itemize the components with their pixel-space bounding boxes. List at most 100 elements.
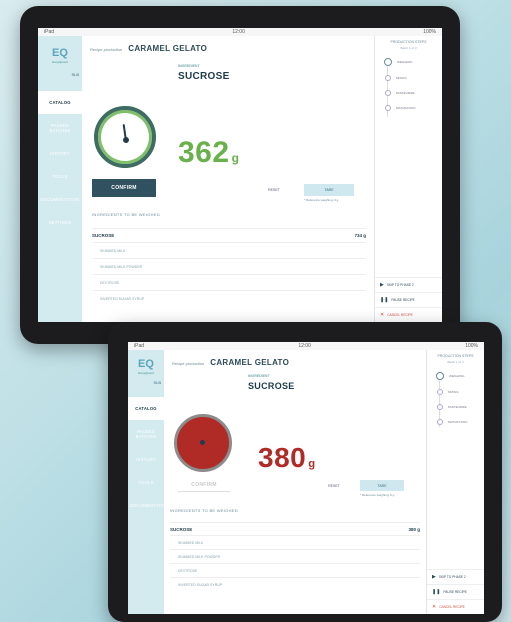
step-dot [385, 75, 391, 81]
panel-actions: ▶ SKIP TO PHASE 2 ❚❚ PAUSE RECIPE ✕ CANC… [427, 569, 484, 614]
list-item-label: INVERTED SUGAR SYRUP [178, 582, 223, 587]
step-dot [437, 419, 443, 425]
status-time: 12:00 [232, 29, 245, 35]
breadcrumb-parent[interactable]: Recipe production [90, 47, 122, 52]
sidebar-item-settings[interactable]: SETTINGS [38, 211, 82, 234]
step-label: PASTEURIZE [396, 91, 415, 95]
step-label: PASTEURIZE [448, 405, 467, 409]
status-battery: 100% [423, 29, 436, 35]
step-dot-current [436, 372, 444, 380]
cancel-recipe-button[interactable]: ✕ CANCEL RECIPE [375, 307, 442, 322]
sidebar-item-catalog[interactable]: CATALOG [128, 397, 164, 420]
recipe-title: CARAMEL GELATO [128, 44, 208, 53]
status-battery: 100% [465, 343, 478, 349]
list-item[interactable]: SUCROSE 734 g [92, 228, 366, 242]
ingredient-list: SUCROSE 380 g SKIMMED MILK SKIMMED MILK … [170, 522, 420, 591]
step-dot [437, 389, 443, 395]
cancel-icon: ✕ [380, 312, 385, 318]
cancel-recipe-label: CANCEL RECIPE [439, 605, 465, 609]
ingredient-name: SUCROSE [178, 71, 230, 82]
confirm-button[interactable]: CONFIRM [92, 179, 156, 197]
step-item: MATURATION [385, 105, 442, 111]
reset-button[interactable]: RESET [316, 480, 352, 491]
tare-button[interactable]: TARE [304, 184, 354, 196]
reference-note: * Reference weighing: 0 g [304, 198, 339, 202]
list-item[interactable]: DEXTROSE [92, 274, 366, 290]
list-item[interactable]: SKIMMED MILK [92, 242, 366, 258]
step-label: MATURATION [448, 420, 468, 424]
sidebar-item-paused-batches[interactable]: PAUSED BATCHES [38, 114, 82, 142]
user-badge[interactable]: SLB [128, 380, 164, 385]
step-label: WEIGHING [397, 60, 413, 64]
step-label: MIXING [448, 390, 459, 394]
skip-icon: ▶ [380, 282, 384, 288]
sidebar-item-catalog[interactable]: CATALOG [38, 91, 82, 114]
list-item[interactable]: SKIMMED MILK [170, 535, 420, 549]
sidebar: EQ EasyQuant SLB CATALOG PAUSED BATCHES … [128, 350, 169, 614]
main-content: Recipe production CARAMEL GELATO INGREDI… [164, 350, 426, 614]
cancel-recipe-label: CANCEL RECIPE [387, 313, 413, 317]
logo-subtitle: EasyQuant [138, 371, 154, 375]
list-item[interactable]: INVERTED SUGAR SYRUP [92, 290, 366, 306]
step-label: MATURATION [396, 106, 416, 110]
tare-button[interactable]: TARE [360, 480, 404, 491]
pause-icon: ❚❚ [432, 589, 441, 595]
list-item-label: SKIMMED MILK POWDER [100, 264, 143, 269]
status-left: iPad [44, 29, 55, 35]
current-weight: 380 g [258, 442, 316, 474]
list-item[interactable]: DEXTROSE [170, 563, 420, 577]
list-item-label: SKIMMED MILK [178, 540, 204, 545]
list-item-label: SKIMMED MILK POWDER [178, 554, 221, 559]
screen-top: iPad 12:00 100% EQ EasyQuant SLB CATALOG… [38, 28, 442, 322]
step-label: MIXING [396, 76, 407, 80]
weight-unit: g [231, 151, 240, 165]
tablet-top: iPad 12:00 100% EQ EasyQuant SLB CATALOG… [20, 6, 460, 344]
pause-icon: ❚❚ [380, 297, 389, 303]
app-logo: EQ EasyQuant [38, 36, 82, 76]
sidebar-item-documentation[interactable]: DOCUMENTATION [38, 188, 82, 211]
recipe-title: CARAMEL GELATO [210, 358, 290, 367]
cancel-recipe-button[interactable]: ✕ CANCEL RECIPE [427, 599, 484, 614]
pause-recipe-button[interactable]: ❚❚ PAUSE RECIPE [427, 584, 484, 599]
logo-subtitle: EasyQuant [52, 60, 68, 64]
logo-mark: EQ [52, 47, 68, 59]
list-item[interactable]: SKIMMED MILK POWDER [92, 258, 366, 274]
list-item-label: DEXTROSE [178, 568, 198, 573]
step-item: WEIGHING [384, 58, 442, 66]
sidebar-item-tools[interactable]: TOOLS [38, 165, 82, 188]
weight-value: 362 [178, 136, 230, 169]
list-item-label: INVERTED SUGAR SYRUP [100, 296, 145, 301]
reset-button[interactable]: RESET [254, 184, 294, 196]
skip-phase-button[interactable]: ▶ SKIP TO PHASE 2 [375, 277, 442, 292]
step-item: MIXING [437, 389, 484, 395]
sidebar-item-history[interactable]: HISTORY [128, 448, 164, 471]
sidebar-item-paused-batches[interactable]: PAUSED BATCHES [128, 420, 164, 448]
step-dot [437, 404, 443, 410]
panel-title: PRODUCTION STEPS [390, 40, 427, 44]
panel-title: PRODUCTION STEPS [437, 354, 474, 358]
pause-recipe-label: PAUSE RECIPE [443, 590, 467, 594]
production-steps-panel: PRODUCTION STEPS Batch 1 of 3 WEIGHING M… [374, 36, 442, 322]
scale-gauge [174, 414, 232, 472]
skip-phase-label: SKIP TO PHASE 2 [438, 575, 466, 579]
ingredient-list: SUCROSE 734 g SKIMMED MILK SKIMMED MILK … [92, 228, 366, 306]
weight-value: 380 [258, 442, 307, 473]
breadcrumb-parent[interactable]: Recipe production [172, 361, 204, 366]
confirm-button[interactable]: CONFIRM [178, 478, 230, 492]
reference-note: * Reference weighing: 0 g [360, 493, 395, 497]
ingredient-label: INGREDIENT [248, 374, 270, 378]
step-item: MATURATION [437, 419, 484, 425]
sidebar-item-history[interactable]: HISTORY [38, 142, 82, 165]
sidebar-item-tools[interactable]: TOOLS [128, 471, 164, 494]
skip-icon: ▶ [432, 574, 436, 580]
step-dot [385, 90, 391, 96]
skip-phase-button[interactable]: ▶ SKIP TO PHASE 2 [427, 569, 484, 584]
main-content: Recipe production CARAMEL GELATO INGREDI… [82, 36, 374, 322]
current-weight: 362 g [178, 136, 239, 170]
sidebar-item-documentation[interactable]: DOCUMENTATION [128, 494, 169, 517]
user-badge[interactable]: SLB [38, 72, 82, 77]
list-item[interactable]: INVERTED SUGAR SYRUP [170, 577, 420, 591]
list-item[interactable]: SUCROSE 380 g [170, 522, 420, 535]
pause-recipe-button[interactable]: ❚❚ PAUSE RECIPE [375, 292, 442, 307]
list-item[interactable]: SKIMMED MILK POWDER [170, 549, 420, 563]
